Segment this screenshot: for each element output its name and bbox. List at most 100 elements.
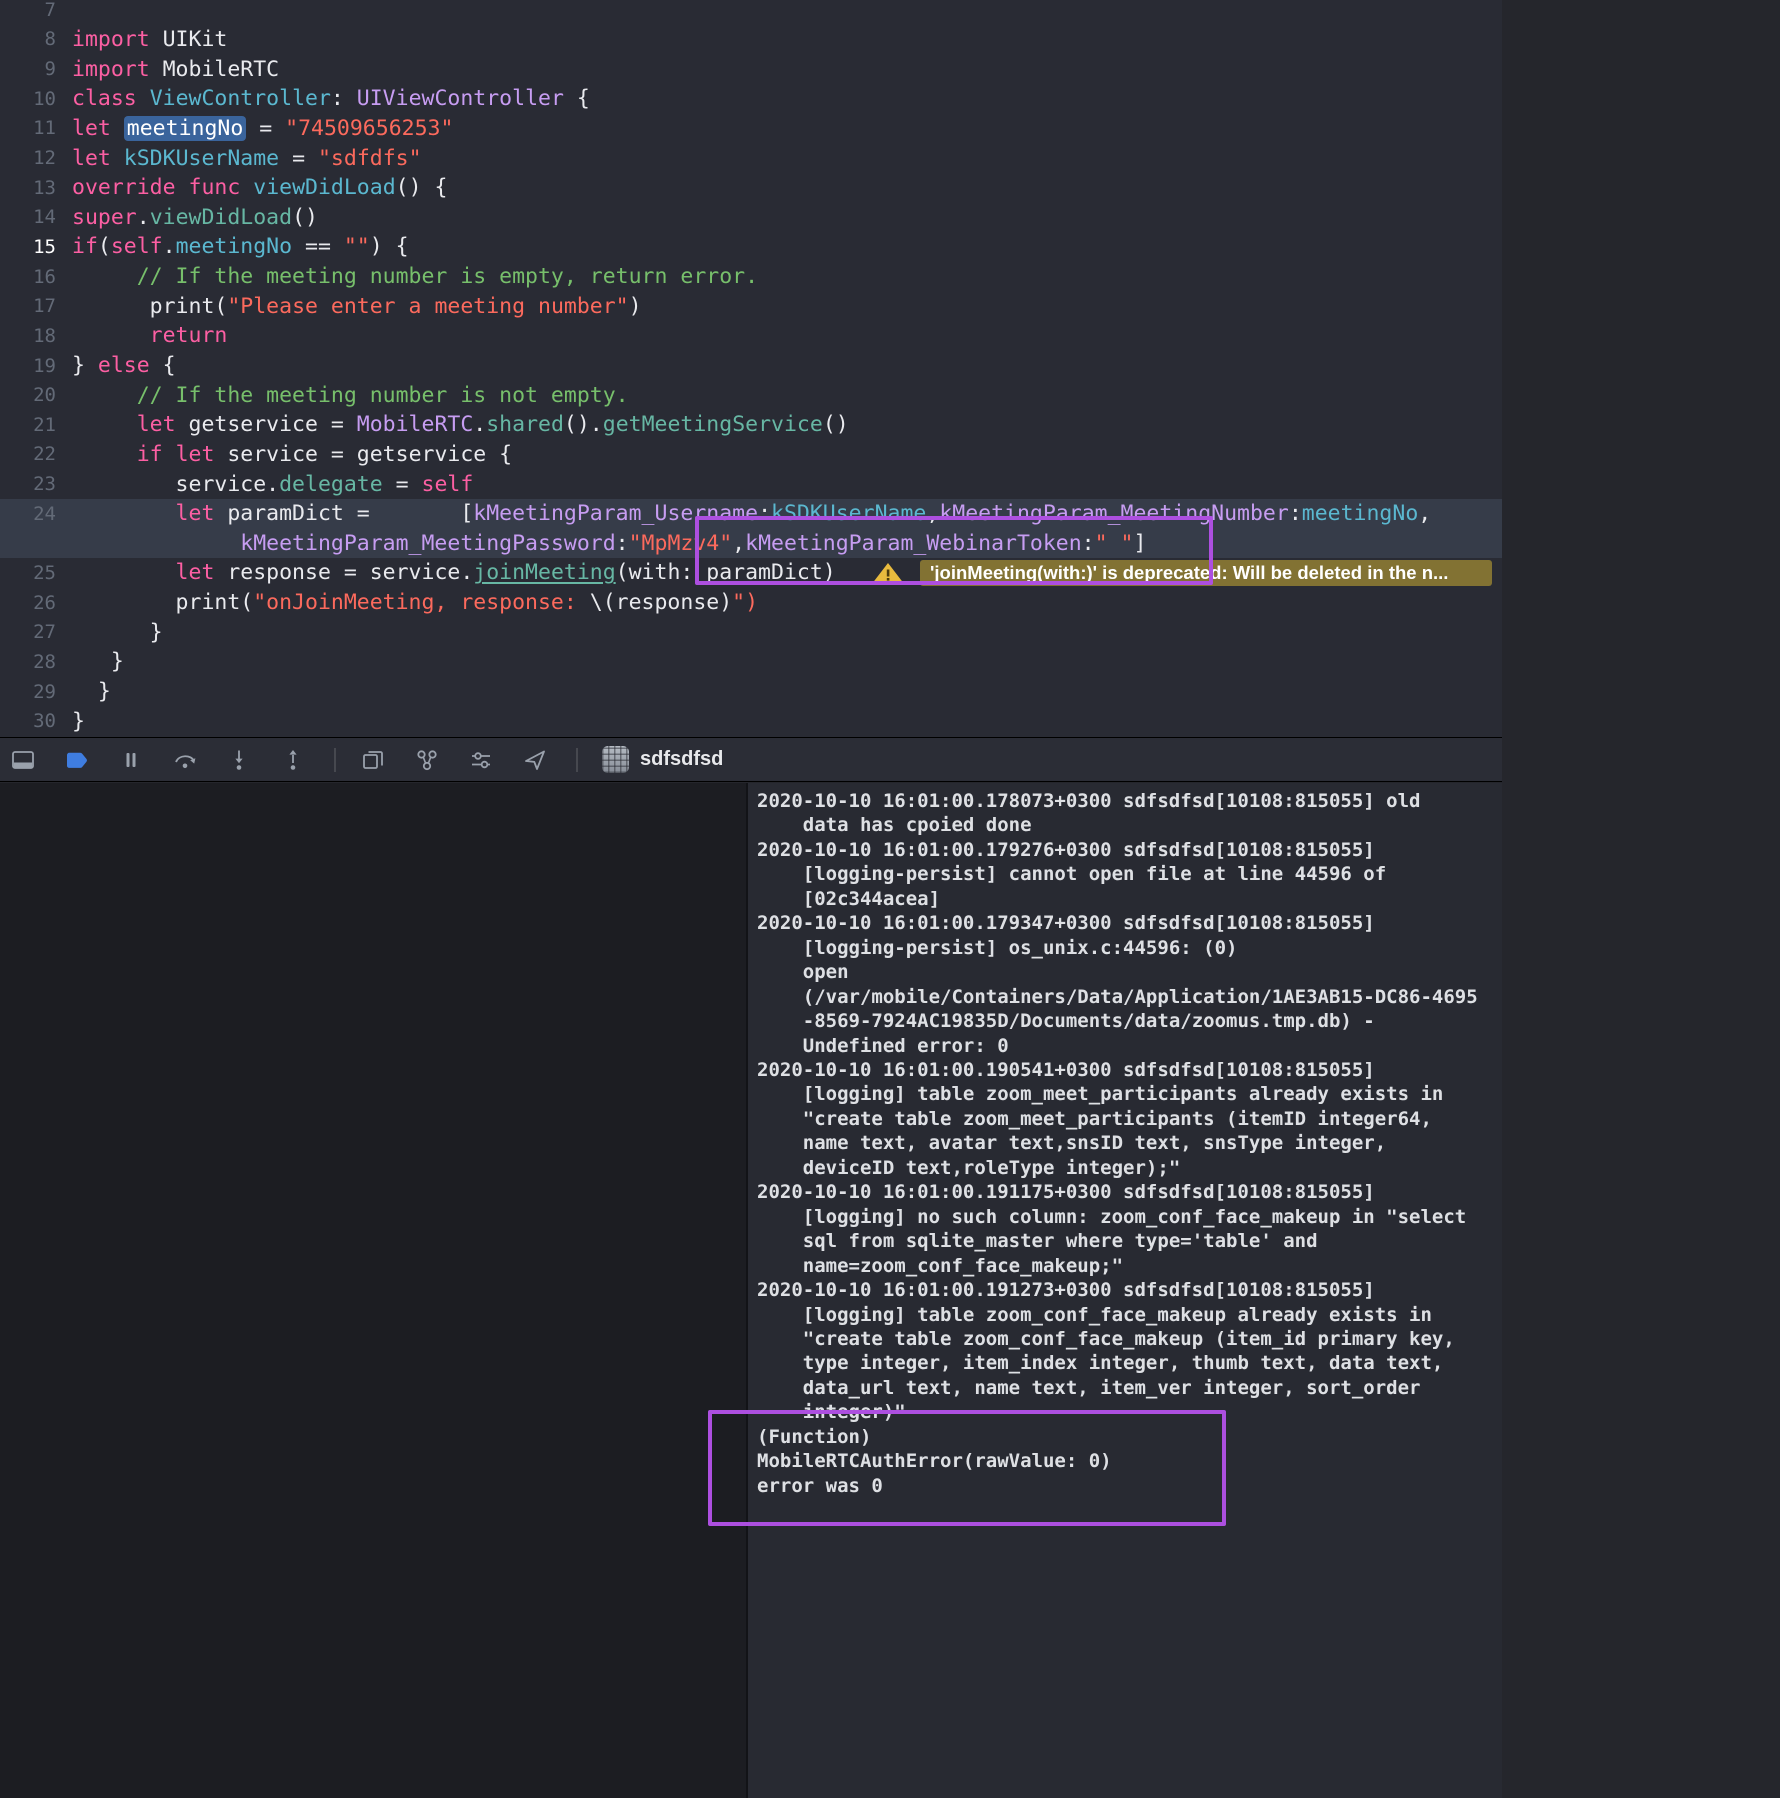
code-line[interactable]: kMeetingParam_MeetingPassword:"MpMzv4",k…: [0, 528, 1502, 559]
environment-overrides-button[interactable]: [468, 747, 494, 773]
source-editor-pane[interactable]: 7 8 import UIKit 9 import MobileRTC 10 class V…: [0, 0, 1502, 737]
line-number[interactable]: 9: [0, 54, 72, 84]
code-line[interactable]: 26 print("onJoinMeeting, response: \(res…: [0, 588, 1502, 618]
code-line[interactable]: 7: [0, 0, 1502, 25]
console-line: [logging] table zoom_meet_participants a…: [757, 1083, 1444, 1106]
line-number[interactable]: 30: [0, 706, 72, 736]
code-text: class ViewController: UIViewController {: [72, 86, 590, 112]
code-line[interactable]: 17 print("Please enter a meeting number"…: [0, 291, 1502, 321]
breakpoint-gutter[interactable]: 15: [0, 232, 72, 262]
variables-view[interactable]: [0, 783, 746, 1798]
app-icon: [602, 746, 629, 773]
console-line: 2020-10-10 16:01:00.191175+0300 sdfsdfsd…: [757, 1181, 1375, 1204]
step-out-button[interactable]: [280, 747, 306, 773]
console-line: data has cpoied done: [757, 814, 1032, 837]
step-over-icon: [175, 754, 196, 768]
line-number[interactable]: 22: [0, 440, 72, 470]
debug-view-hierarchy-button[interactable]: [360, 747, 386, 773]
console-line: 2020-10-10 16:01:00.190541+0300 sdfsdfsd…: [757, 1058, 1375, 1081]
memory-graph-button[interactable]: [414, 747, 440, 773]
step-over-button[interactable]: [172, 747, 198, 773]
console-pane[interactable]: 2020-10-10 16:01:00.178073+0300 sdfsdfsd…: [746, 783, 1502, 1798]
code-line[interactable]: 22 if let service = getservice {: [0, 440, 1502, 470]
warning-icon[interactable]: [869, 561, 907, 585]
console-line: (Function): [757, 1425, 872, 1448]
line-number[interactable]: 12: [0, 143, 72, 173]
pause-execution-button[interactable]: [118, 747, 144, 773]
code-line[interactable]: 20 // If the meeting number is not empty…: [0, 380, 1502, 410]
console-line: [logging] table zoom_conf_face_makeup al…: [757, 1303, 1432, 1326]
environment-overrides-icon: [472, 751, 490, 768]
code-text: import UIKit: [72, 26, 228, 52]
console-line: [logging-persist] os_unix.c:44596: (0): [757, 936, 1238, 959]
code-line[interactable]: 13 override func viewDidLoad() {: [0, 173, 1502, 203]
code-line[interactable]: 11 let meetingNo = "74509656253": [0, 114, 1502, 144]
line-number[interactable]: 19: [0, 351, 72, 381]
code-text: }: [72, 619, 163, 645]
code-line[interactable]: 23 service.delegate = self: [0, 469, 1502, 499]
process-name-label: sdfsdfsd: [640, 748, 724, 770]
line-number[interactable]: [0, 529, 72, 559]
memory-graph-icon: [417, 749, 437, 770]
line-number[interactable]: 24: [0, 499, 72, 529]
code-text: }: [72, 679, 111, 705]
line-number[interactable]: 16: [0, 262, 72, 292]
code-text: // If the meeting number is not empty.: [72, 382, 629, 408]
console-line: 2020-10-10 16:01:00.179276+0300 sdfsdfsd…: [757, 838, 1375, 861]
line-number[interactable]: 14: [0, 202, 72, 232]
line-number[interactable]: 27: [0, 617, 72, 647]
line-number[interactable]: 28: [0, 647, 72, 677]
console-line: 2020-10-10 16:01:00.191273+0300 sdfsdfsd…: [757, 1279, 1375, 1302]
console-line: type integer, item_index integer, thumb …: [757, 1352, 1444, 1375]
code-line[interactable]: 12 let kSDKUserName = "sdfdfs": [0, 143, 1502, 173]
line-number[interactable]: 11: [0, 114, 72, 144]
code-line[interactable]: 21 let getservice = MobileRTC.shared().g…: [0, 410, 1502, 440]
code-text: // If the meeting number is empty, retur…: [72, 264, 759, 290]
code-line[interactable]: 30}: [0, 706, 1502, 736]
code-line[interactable]: 9 import MobileRTC: [0, 54, 1502, 84]
step-into-button[interactable]: [226, 747, 252, 773]
console-line: sql from sqlite_master where type='table…: [757, 1230, 1318, 1253]
code-text: let meetingNo = "74509656253": [72, 115, 454, 141]
code-line[interactable]: 18 return: [0, 321, 1502, 351]
line-number[interactable]: 26: [0, 588, 72, 618]
code-line[interactable]: 10 class ViewController: UIViewController…: [0, 84, 1502, 114]
console-line: Undefined error: 0: [757, 1034, 1009, 1057]
line-number[interactable]: 18: [0, 321, 72, 351]
line-number[interactable]: 13: [0, 173, 72, 203]
code-line[interactable]: 27 }: [0, 617, 1502, 647]
code-line[interactable]: 15 if(self.meetingNo == "") {: [0, 232, 1502, 262]
console-line: open: [757, 961, 849, 984]
code-text: kMeetingParam_MeetingPassword:"MpMzv4",k…: [72, 530, 1147, 556]
code-line[interactable]: 25 let response = service.joinMeeting(wi…: [0, 558, 1502, 588]
code-line[interactable]: 14 super.viewDidLoad(): [0, 202, 1502, 232]
code-text: print("onJoinMeeting, response: \(respon…: [72, 590, 759, 616]
hide-debug-area-button[interactable]: [10, 747, 36, 773]
line-number[interactable]: 23: [0, 469, 72, 499]
line-number[interactable]: 7: [0, 0, 72, 25]
line-number[interactable]: 17: [0, 291, 72, 321]
deprecation-warning-band[interactable]: 'joinMeeting(with:)' is deprecated: Will…: [920, 560, 1492, 586]
console-line: error was 0: [757, 1474, 883, 1497]
line-number[interactable]: 21: [0, 410, 72, 440]
line-number[interactable]: 20: [0, 380, 72, 410]
code-line[interactable]: 24 let paramDict = [kMeetingParam_Userna…: [0, 498, 1502, 529]
line-number[interactable]: 25: [0, 558, 72, 588]
code-line[interactable]: 28 }: [0, 647, 1502, 677]
console-line: "create table zoom_conf_face_makeup (ite…: [757, 1327, 1455, 1350]
step-into-icon: [235, 750, 243, 770]
code-text: let kSDKUserName = "sdfdfs": [72, 145, 422, 171]
code-line[interactable]: 8 import UIKit: [0, 25, 1502, 55]
line-number[interactable]: 29: [0, 677, 72, 707]
line-number[interactable]: 8: [0, 25, 72, 55]
code-text: if(self.meetingNo == "") {: [72, 234, 409, 260]
code-line[interactable]: 16 // If the meeting number is empty, re…: [0, 262, 1502, 292]
line-number[interactable]: 10: [0, 84, 72, 114]
simulate-location-button[interactable]: [522, 747, 548, 773]
console-line: 2020-10-10 16:01:00.178073+0300 sdfsdfsd…: [757, 790, 1421, 812]
code-line[interactable]: 29 }: [0, 677, 1502, 707]
breakpoints-toggle-button[interactable]: [64, 747, 90, 773]
console-line: [logging] no such column: zoom_conf_face…: [757, 1205, 1467, 1228]
console-line: [02c344acea]: [757, 887, 941, 910]
code-line[interactable]: 19} else {: [0, 351, 1502, 381]
